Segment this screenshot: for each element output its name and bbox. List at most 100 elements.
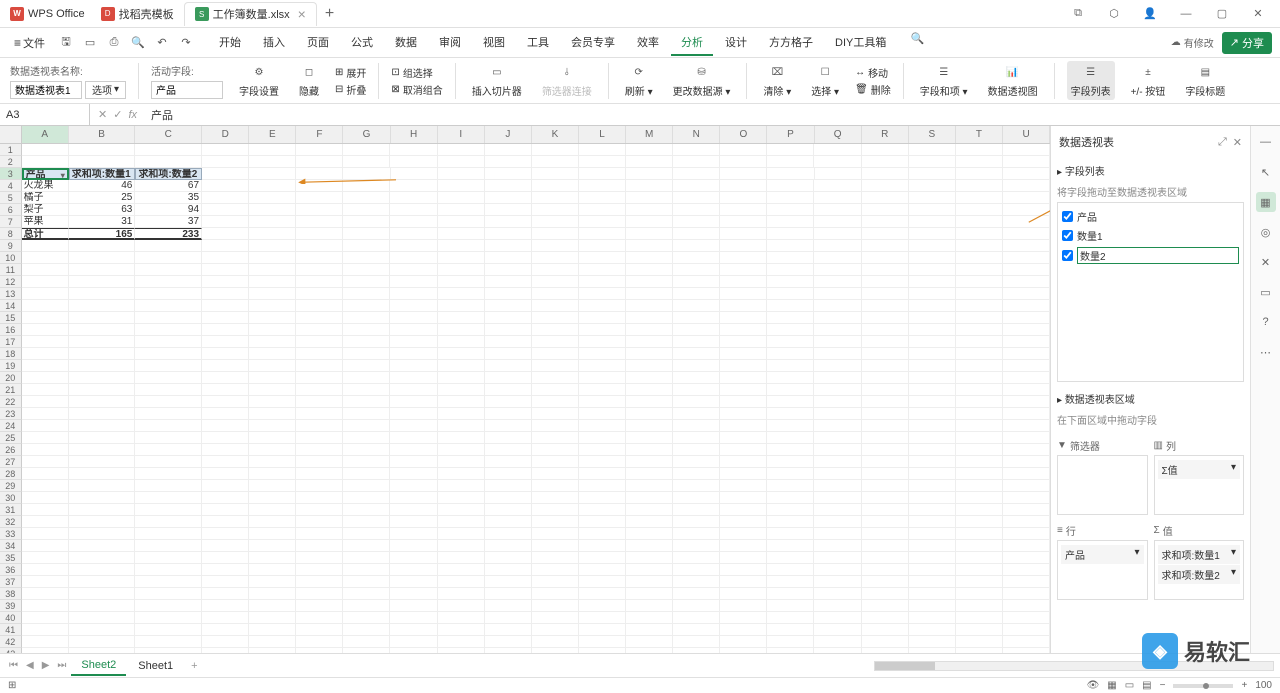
- close-button[interactable]: ✕: [1244, 4, 1272, 24]
- ribbon-tab-formula[interactable]: 公式: [341, 30, 383, 56]
- plus-minus-button[interactable]: ± +/- 按钮: [1127, 61, 1170, 100]
- ribbon-tab-analyze[interactable]: 分析: [671, 30, 713, 56]
- area-item[interactable]: 求和项:数量1▾: [1158, 545, 1241, 564]
- col-header[interactable]: K: [532, 126, 579, 143]
- search-icon[interactable]: 🔍: [908, 30, 926, 48]
- cancel-icon[interactable]: ✕: [98, 108, 107, 121]
- ribbon-tab-diy[interactable]: DIY工具箱: [825, 30, 896, 56]
- print-icon[interactable]: ⎙: [105, 34, 123, 52]
- formula-input[interactable]: 产品: [145, 105, 1280, 125]
- col-header[interactable]: I: [438, 126, 485, 143]
- last-sheet-icon[interactable]: ⏭: [54, 660, 69, 671]
- ribbon-tab-efficiency[interactable]: 效率: [627, 30, 669, 56]
- pivot-icon[interactable]: ▦: [1256, 192, 1276, 212]
- maximize-button[interactable]: ▢: [1208, 4, 1236, 24]
- options-button[interactable]: 选项▾: [85, 81, 126, 99]
- col-header[interactable]: D: [202, 126, 249, 143]
- field-item-qty2[interactable]: 数量2: [1062, 245, 1239, 266]
- area-item[interactable]: Σ值▾: [1158, 460, 1241, 479]
- area-item[interactable]: 产品▾: [1061, 545, 1144, 564]
- col-header[interactable]: S: [909, 126, 956, 143]
- window-copy-icon[interactable]: ⧉: [1064, 4, 1092, 24]
- close-panel-icon[interactable]: ✕: [1233, 136, 1242, 149]
- clear-button[interactable]: ⌧ 清除 ▾: [759, 61, 795, 100]
- col-header[interactable]: Q: [815, 126, 862, 143]
- ribbon-tab-home[interactable]: 开始: [209, 30, 251, 56]
- name-box[interactable]: A3: [0, 104, 90, 125]
- field-list-button[interactable]: ☰ 字段列表: [1067, 61, 1115, 100]
- col-header-a[interactable]: A: [22, 126, 69, 143]
- group-select-button[interactable]: ⊡组选择: [391, 64, 442, 81]
- ribbon-tab-page[interactable]: 页面: [297, 30, 339, 56]
- preview-icon[interactable]: 🔍: [129, 34, 147, 52]
- minimize-panel-icon[interactable]: —: [1256, 132, 1276, 152]
- field-settings-button[interactable]: ⚙ 字段设置: [235, 61, 283, 100]
- col-header[interactable]: G: [343, 126, 390, 143]
- document-tab-workbook[interactable]: S 工作簿数量.xlsx ×: [184, 2, 317, 26]
- col-header[interactable]: C: [135, 126, 202, 143]
- ribbon-tab-tools[interactable]: 工具: [517, 30, 559, 56]
- more-icon[interactable]: ⋯: [1256, 342, 1276, 362]
- pin-icon[interactable]: ⤢: [1218, 136, 1227, 149]
- book-icon[interactable]: ▭: [1256, 282, 1276, 302]
- redo-icon[interactable]: ↷: [177, 34, 195, 52]
- undo-icon[interactable]: ↶: [153, 34, 171, 52]
- target-icon[interactable]: ◎: [1256, 222, 1276, 242]
- delete-button[interactable]: 🗑删除: [855, 81, 891, 98]
- ribbon-tab-view[interactable]: 视图: [473, 30, 515, 56]
- col-header[interactable]: N: [673, 126, 720, 143]
- tab-close-icon[interactable]: ×: [298, 6, 306, 22]
- prev-sheet-icon[interactable]: ◀: [23, 660, 37, 671]
- cursor-icon[interactable]: ↖: [1256, 162, 1276, 182]
- new-tab-button[interactable]: +: [317, 5, 342, 23]
- col-header[interactable]: H: [391, 126, 438, 143]
- ribbon-tab-data[interactable]: 数据: [385, 30, 427, 56]
- save-status[interactable]: ☁ 有修改: [1171, 35, 1214, 50]
- move-button[interactable]: ↔移动: [855, 64, 891, 81]
- file-menu[interactable]: ≡ 文件: [8, 33, 51, 53]
- help-icon[interactable]: ?: [1256, 312, 1276, 332]
- accept-icon[interactable]: ✓: [113, 108, 122, 121]
- col-header[interactable]: T: [956, 126, 1003, 143]
- hide-button[interactable]: ◻ 隐藏: [295, 61, 323, 100]
- ungroup-button[interactable]: ⊠取消组合: [391, 81, 442, 98]
- sheet-tab-sheet1[interactable]: Sheet1: [128, 657, 183, 675]
- refresh-button[interactable]: ⟳ 刷新 ▾: [621, 61, 657, 100]
- field-header-button[interactable]: ▤ 字段标题: [1181, 61, 1229, 100]
- ribbon-tab-design[interactable]: 设计: [715, 30, 757, 56]
- zoom-value[interactable]: 100: [1255, 680, 1272, 691]
- col-header[interactable]: P: [767, 126, 814, 143]
- col-header[interactable]: M: [626, 126, 673, 143]
- first-sheet-icon[interactable]: ⏮: [6, 660, 21, 671]
- select-button[interactable]: ☐ 选择 ▾: [807, 61, 843, 100]
- next-sheet-icon[interactable]: ▶: [39, 660, 53, 671]
- eye-icon[interactable]: 👁: [1087, 680, 1100, 691]
- add-sheet-button[interactable]: +: [185, 660, 203, 672]
- ribbon-tab-member[interactable]: 会员专享: [561, 30, 625, 56]
- new-icon[interactable]: ▭: [81, 34, 99, 52]
- zoom-in-icon[interactable]: +: [1241, 680, 1247, 691]
- collapse-button[interactable]: ⊟折叠: [335, 81, 366, 98]
- col-header[interactable]: J: [485, 126, 532, 143]
- tools-icon[interactable]: ✕: [1256, 252, 1276, 272]
- col-header[interactable]: R: [862, 126, 909, 143]
- area-item[interactable]: 求和项:数量2▾: [1158, 565, 1241, 584]
- col-header[interactable]: O: [720, 126, 767, 143]
- col-header[interactable]: F: [296, 126, 343, 143]
- view-normal-icon[interactable]: ▭: [1125, 680, 1134, 691]
- ribbon-tab-insert[interactable]: 插入: [253, 30, 295, 56]
- insert-slicer-button[interactable]: ▭ 插入切片器: [468, 61, 526, 100]
- values-area[interactable]: 求和项:数量1▾ 求和项:数量2▾: [1154, 540, 1245, 600]
- share-button[interactable]: ↗ 分享: [1222, 32, 1272, 54]
- zoom-out-icon[interactable]: −: [1160, 680, 1166, 691]
- pivot-chart-button[interactable]: 📊 数据透视图: [984, 61, 1042, 100]
- select-all-corner[interactable]: [0, 126, 22, 143]
- col-header[interactable]: U: [1003, 126, 1050, 143]
- grid-icon[interactable]: ▦: [1107, 680, 1116, 691]
- field-item-button[interactable]: ☰ 字段和项 ▾: [916, 61, 972, 100]
- avatar-icon[interactable]: 👤: [1136, 4, 1164, 24]
- col-header[interactable]: L: [579, 126, 626, 143]
- cube-icon[interactable]: ⬡: [1100, 4, 1128, 24]
- field-item-product[interactable]: 产品: [1062, 207, 1239, 226]
- minimize-button[interactable]: —: [1172, 4, 1200, 24]
